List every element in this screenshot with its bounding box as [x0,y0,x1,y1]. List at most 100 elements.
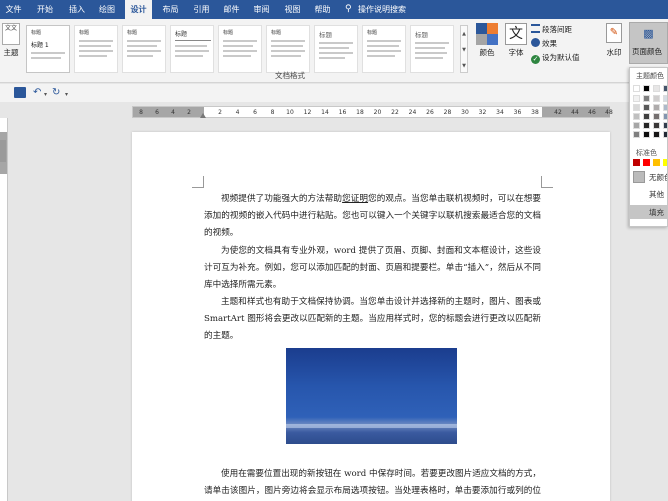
ruler-number: 10 [286,109,294,116]
watermark-button[interactable]: ✎ 水印 [601,23,627,58]
style-gallery-item-5[interactable]: 标题 [218,25,262,73]
theme-color-swatch[interactable] [633,131,640,138]
paragraph-spacing-icon [531,24,540,33]
standard-color-swatch[interactable] [633,159,640,166]
theme-color-swatch[interactable] [653,95,660,102]
fonts-button[interactable]: 文 字体 [503,23,529,58]
theme-color-swatch[interactable] [653,85,660,92]
ruler-number: 2 [187,109,191,116]
ruler-number: 20 [373,109,382,116]
undo-icon[interactable]: ↶ [33,87,41,99]
tab-home[interactable]: 开始 [31,0,59,19]
redo-icon[interactable]: ↻ [52,87,60,99]
theme-color-swatch[interactable] [643,113,650,120]
tab-references[interactable]: 引用 [188,0,215,19]
save-icon[interactable] [14,87,26,98]
theme-color-swatch[interactable] [663,104,667,111]
style-gallery-item-title: 标题 [319,31,332,39]
tab-mailings[interactable]: 邮件 [218,0,245,19]
customize-qat-icon[interactable]: ▾ [65,89,68,101]
theme-color-swatch[interactable] [653,113,660,120]
page-color-button[interactable]: ▩ 页面颜色 [629,22,668,64]
document-paragraph-4[interactable]: 使用在需要位置出现的新按钮在 word 中保存时间。若要更改图片适应文档的方式，… [204,466,541,501]
gallery-scroll-buttons[interactable]: ▲ ▼ ▼ [460,25,468,73]
tell-me-search[interactable]: 操作说明搜索 [358,0,420,19]
style-gallery-item-4[interactable]: 标题 [170,25,214,73]
themes-button[interactable]: 文文 主题 [1,23,21,58]
standard-color-swatch[interactable] [653,159,660,166]
ruler-number: 6 [155,109,159,116]
theme-color-swatch[interactable] [663,85,667,92]
standard-color-swatch[interactable] [643,159,650,166]
standard-colors-heading: 标准色 [636,149,657,157]
theme-color-swatch[interactable] [643,122,650,129]
document-page[interactable]: 视频提供了功能强大的方法帮助您证明您的观点。当您单击联机视频时，可以在想要添加的… [132,132,610,501]
ruler-number: 18 [356,109,364,116]
effects-icon [531,38,540,47]
document-paragraph-3[interactable]: 主题和样式也有助于文档保持协调。当您单击设计并选择新的主题时，图片、图表或 Sm… [204,294,541,345]
theme-color-swatch[interactable] [653,104,660,111]
theme-color-swatch[interactable] [633,122,640,129]
indent-marker[interactable] [200,113,206,118]
horizontal-ruler[interactable]: 8642 2 4 6 8 10 12 14 16 18 20 22 24 26 28 30 32 34 36 38 … [132,106,613,118]
style-gallery-item-3[interactable]: 标题 [122,25,166,73]
tab-review[interactable]: 审阅 [248,0,275,19]
vertical-ruler[interactable] [0,118,8,501]
lightbulb-icon: ⚲ [345,4,352,14]
left-scrollbar-thumb[interactable] [0,140,6,162]
undo-dropdown-icon[interactable]: ▾ [44,89,47,101]
theme-color-swatch[interactable] [633,85,640,92]
tab-file[interactable]: 文件 [0,0,27,19]
theme-color-swatch[interactable] [643,104,650,111]
no-color-swatch[interactable] [633,171,645,183]
theme-color-swatch[interactable] [663,131,667,138]
tab-design[interactable]: 设计 [125,0,152,19]
other-colors-option[interactable]: 其他 [649,189,664,200]
tab-draw[interactable]: 绘图 [93,0,121,19]
word-window: 文件 开始 插入 绘图 设计 布局 引用 邮件 审阅 视图 帮助 ⚲ 操作说明搜… [0,0,668,501]
page-color-dropdown: 主题颜色 标准色 无颜色 其他 填充 [629,67,668,227]
style-gallery-item-title: 标题 [127,30,138,36]
style-gallery-item-7[interactable]: 标题 [314,25,358,73]
theme-color-swatch[interactable] [653,122,660,129]
standard-color-swatch[interactable] [663,159,667,166]
style-gallery-item-9[interactable]: 标题 [410,25,454,73]
theme-color-swatch[interactable] [633,104,640,111]
theme-color-swatch[interactable] [663,95,667,102]
style-gallery-item-6[interactable]: 标题 [266,25,310,73]
style-gallery-item-8[interactable]: 标题 [362,25,406,73]
margin-corner-marker [192,176,204,188]
theme-color-swatch[interactable] [653,131,660,138]
inserted-image[interactable] [286,348,457,444]
document-paragraph-1[interactable]: 视频提供了功能强大的方法帮助您证明您的观点。当您单击联机视频时，可以在想要添加的… [204,191,541,242]
ruler-number: 14 [321,109,329,116]
no-color-option[interactable]: 无颜色 [649,172,667,183]
ruler-number: 24 [408,109,417,116]
paragraph-spacing-label: 段落间距 [542,25,572,34]
theme-color-swatch[interactable] [633,113,640,120]
theme-color-swatch[interactable] [663,122,667,129]
effects-button[interactable]: 效果 [531,38,557,50]
tab-layout[interactable]: 布局 [157,0,184,19]
tab-insert[interactable]: 插入 [63,0,91,19]
document-paragraph-2[interactable]: 为使您的文档具有专业外观，word 提供了页眉、页脚、封面和文本框设计，这些设计… [204,243,541,294]
colors-icon [476,23,498,45]
style-gallery-item-1[interactable]: 标题 标题 1 [26,25,70,73]
theme-color-swatch[interactable] [643,85,650,92]
fill-effects-option[interactable]: 填充 [649,207,664,218]
theme-color-swatch[interactable] [643,131,650,138]
tab-help[interactable]: 帮助 [309,0,336,19]
style-gallery-item-heading: 标题 1 [31,42,49,49]
theme-color-swatch[interactable] [643,95,650,102]
theme-color-swatch[interactable] [633,95,640,102]
ribbon-design: 文文 主题 标题 标题 1 标题 标题 标题 标题 标题 标题 标题 标题 ▲ … [0,19,668,83]
ribbon-tab-bar: 文件 开始 插入 绘图 设计 布局 引用 邮件 审阅 视图 帮助 ⚲ 操作说明搜… [0,0,668,19]
tab-view[interactable]: 视图 [279,0,306,19]
ruler-number: 36 [513,109,522,116]
style-gallery-item-2[interactable]: 标题 [74,25,118,73]
paragraph-spacing-button[interactable]: 段落间距 [531,24,572,36]
theme-color-swatch[interactable] [663,113,667,120]
colors-button[interactable]: 颜色 [474,23,500,58]
set-as-default-button[interactable]: ✓ 设为默认值 [531,52,580,64]
ruler-number: 2 [218,109,222,116]
